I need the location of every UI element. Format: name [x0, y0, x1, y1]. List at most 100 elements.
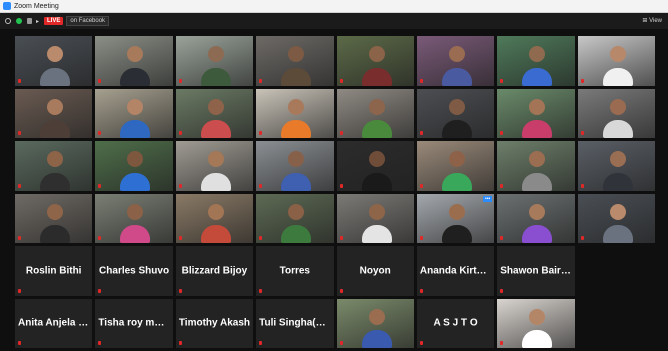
participant-head [288, 151, 305, 167]
participant-body [522, 67, 553, 86]
participant-body [361, 120, 392, 138]
participant-video-tile[interactable] [15, 141, 93, 191]
participant-head [207, 203, 224, 220]
video-feed [15, 141, 93, 191]
muted-mic-icon [419, 131, 423, 135]
participant-name-tile[interactable]: Torres [256, 246, 334, 296]
participant-video-tile[interactable] [15, 36, 93, 86]
participant-video-tile[interactable] [256, 193, 334, 243]
participant-video-tile[interactable] [256, 88, 334, 138]
participant-display-name: Shawon Bairagee [500, 265, 574, 277]
participant-head [127, 46, 144, 62]
participant-video-tile[interactable] [497, 88, 575, 138]
participant-video-tile[interactable] [95, 88, 173, 138]
participant-video-tile[interactable] [15, 193, 93, 243]
participant-video-tile[interactable]: ••• [416, 193, 495, 243]
participant-video-tile[interactable] [95, 141, 173, 191]
participant-body [602, 225, 633, 243]
participant-video-tile[interactable] [416, 36, 495, 86]
participant-video-tile[interactable] [416, 141, 495, 191]
participant-body [602, 172, 633, 191]
participant-video-tile[interactable] [336, 36, 414, 86]
participant-head [448, 98, 465, 115]
participant-head [288, 46, 305, 62]
more-options-button[interactable]: ••• [482, 195, 493, 202]
participant-video-tile[interactable] [95, 36, 173, 86]
live-badge[interactable]: LIVE [44, 17, 64, 25]
participant-name-tile[interactable]: Ananda Kirtania... [416, 246, 495, 296]
muted-mic-icon [339, 131, 343, 135]
muted-mic-icon [339, 183, 343, 188]
participant-video-tile[interactable] [95, 193, 173, 243]
participant-name-tile[interactable]: Blizzard Bijoy [175, 246, 254, 296]
participant-head [529, 98, 546, 115]
video-feed [577, 36, 655, 86]
muted-mic-icon [18, 288, 21, 293]
participant-video-tile[interactable] [175, 88, 254, 138]
participant-video-tile[interactable] [577, 193, 655, 243]
video-feed [175, 88, 254, 138]
participant-head [207, 46, 224, 62]
muted-mic-icon [98, 288, 102, 293]
participant-name-tile[interactable]: Timothy Akash [175, 298, 254, 348]
participant-name-tile[interactable]: Anita Anjela Mu... [15, 298, 93, 348]
participant-body [361, 172, 392, 191]
participant-name-tile[interactable]: Shawon Bairagee [497, 246, 575, 296]
participant-video-tile[interactable] [497, 141, 575, 191]
muted-mic-icon [178, 288, 182, 293]
participant-head [127, 203, 144, 220]
participant-head [288, 203, 305, 220]
muted-mic-icon [419, 78, 423, 83]
participant-head [529, 308, 546, 325]
participant-video-tile[interactable] [497, 298, 575, 348]
participant-video-tile[interactable] [256, 141, 334, 191]
live-destination[interactable]: on Facebook [66, 16, 110, 26]
participant-body [40, 67, 70, 86]
muted-mic-icon [419, 236, 423, 240]
muted-mic-icon [419, 341, 423, 345]
participant-name-tile[interactable]: Roslin Bithi [15, 246, 93, 296]
participant-head [207, 151, 224, 167]
view-button[interactable]: ⊞ View [642, 17, 662, 24]
participant-name-tile[interactable]: A S J T O [416, 298, 495, 348]
participant-head [529, 203, 546, 220]
muted-mic-icon [580, 236, 584, 240]
video-feed [336, 36, 414, 86]
meeting-info-icon[interactable] [5, 18, 11, 24]
participant-head [368, 203, 385, 220]
participant-video-tile[interactable] [336, 298, 414, 348]
video-feed [497, 141, 575, 191]
participant-body [200, 67, 231, 86]
participant-video-tile[interactable] [175, 193, 254, 243]
participant-video-tile[interactable] [336, 88, 414, 138]
participant-body [281, 120, 312, 138]
participant-video-tile[interactable] [336, 193, 414, 243]
recording-icon[interactable] [27, 18, 32, 24]
participant-video-tile[interactable] [336, 141, 414, 191]
participant-body [40, 225, 70, 243]
participant-video-tile[interactable] [416, 88, 495, 138]
participant-video-tile[interactable] [497, 193, 575, 243]
participant-body [200, 120, 231, 138]
participant-body [281, 67, 312, 86]
participant-video-tile[interactable] [15, 88, 93, 138]
participant-name-tile[interactable]: Tuli Singha(Panc... [256, 298, 334, 348]
security-shield-icon[interactable] [16, 18, 22, 24]
participant-video-tile[interactable] [577, 88, 655, 138]
participant-video-tile[interactable] [577, 141, 655, 191]
muted-mic-icon [259, 131, 263, 135]
video-feed [175, 141, 254, 191]
participant-video-tile[interactable] [175, 36, 254, 86]
participant-head [529, 46, 546, 62]
participant-display-name: Anita Anjela Mu... [18, 317, 93, 329]
muted-mic-icon [178, 131, 182, 135]
participant-video-tile[interactable] [175, 141, 254, 191]
participant-head [368, 151, 385, 167]
participant-video-tile[interactable] [577, 36, 655, 86]
participant-video-tile[interactable] [256, 36, 334, 86]
participant-name-tile[interactable]: Tisha roy moon [95, 298, 173, 348]
participant-name-tile[interactable]: Noyon [336, 246, 414, 296]
video-feed [95, 88, 173, 138]
participant-name-tile[interactable]: Charles Shuvo [95, 246, 173, 296]
participant-video-tile[interactable] [497, 36, 575, 86]
